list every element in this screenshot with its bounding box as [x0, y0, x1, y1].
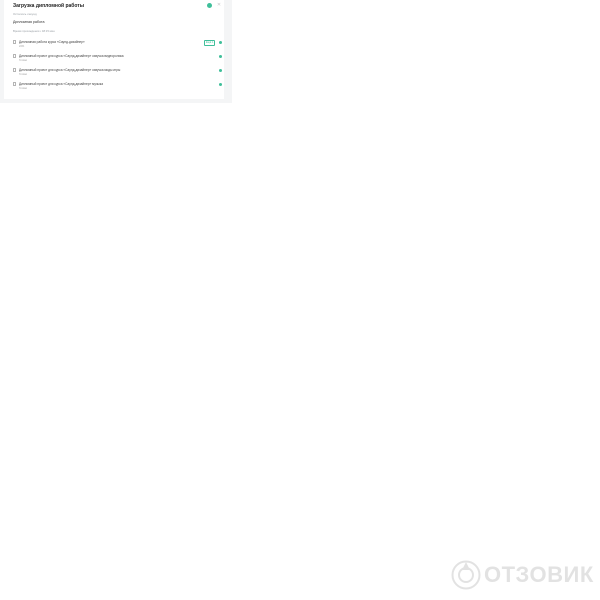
file-icon: [13, 68, 16, 72]
file-item[interactable]: Дипломная работа курса «Саунд-дизайнер» …: [13, 40, 225, 50]
file-status-dot: [219, 68, 222, 72]
file-item[interactable]: Дипломный проект для курса «Саунд-дизайн…: [13, 68, 225, 78]
file-item[interactable]: Дипломный проект для курса «Саунд-дизайн…: [13, 82, 225, 92]
upload-card: Загрузка дипломной работы Осталось секун…: [4, 0, 224, 99]
file-status: Готово: [19, 86, 28, 90]
file-name: Дипломный проект для курса «Саунд-дизайн…: [19, 82, 103, 86]
file-status: Готово: [19, 72, 28, 76]
section-meta: Время прохождения • 48:15 мин: [13, 29, 55, 33]
file-status-dot: [219, 82, 222, 86]
watermark-text: ОТЗОВИК: [484, 562, 594, 587]
file-status: 22%: [19, 44, 25, 48]
watermark: ОТЗОВИК: [451, 560, 594, 592]
file-name: Дипломная работа курса «Саунд-дизайнер»: [19, 40, 85, 44]
file-icon: [13, 82, 16, 86]
file-name: Дипломный проект для курса «Саунд-дизайн…: [19, 54, 124, 58]
file-badge: Ещё 1: [204, 40, 216, 46]
file-status-dot: [219, 40, 222, 44]
upload-title: Загрузка дипломной работы: [13, 3, 85, 9]
section-title: Дипломная работа: [13, 20, 45, 24]
file-icon: [13, 40, 16, 44]
close-icon[interactable]: ✕: [216, 2, 222, 8]
file-icon: [13, 54, 16, 58]
file-name: Дипломный проект для курса «Саунд-дизайн…: [19, 68, 121, 72]
file-item[interactable]: Дипломный проект для курса «Саунд-дизайн…: [13, 54, 225, 64]
otzovik-logo-icon: [451, 560, 481, 590]
upload-subtitle: Осталось секунд: [13, 12, 37, 16]
file-status: Готово: [19, 58, 28, 62]
file-status-dot: [219, 54, 222, 58]
check-circle-icon: [207, 3, 212, 8]
